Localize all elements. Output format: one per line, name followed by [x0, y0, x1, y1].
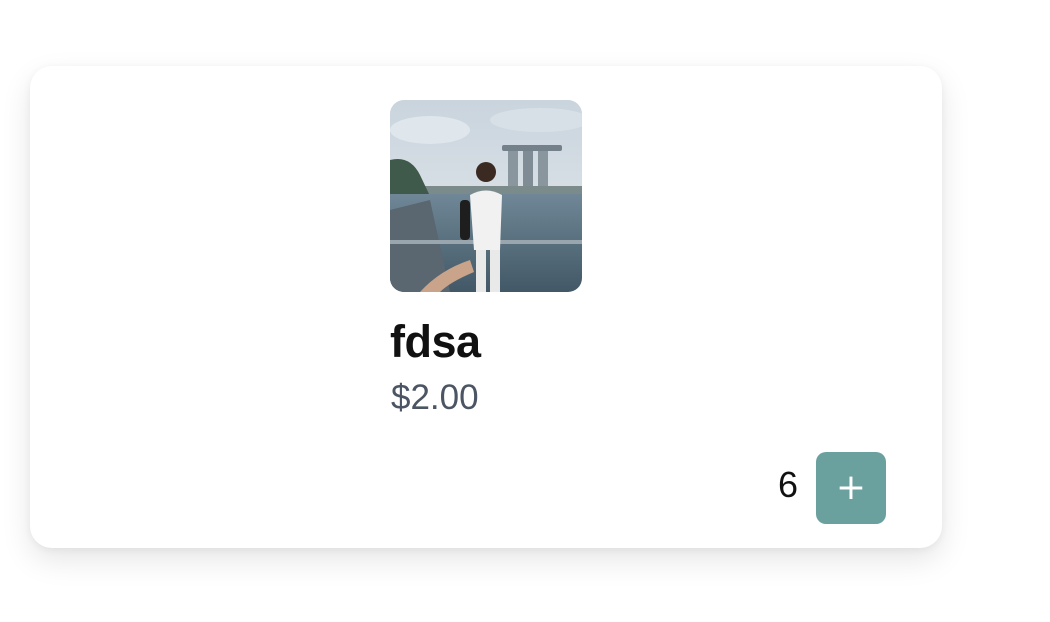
product-image	[390, 100, 582, 292]
product-card: fdsa $2.00 6 +	[30, 66, 942, 548]
product-price: $2.00	[391, 378, 479, 417]
product-name: fdsa	[390, 316, 481, 367]
add-to-cart-button[interactable]: +	[816, 452, 886, 524]
product-photo-icon	[390, 100, 582, 292]
quantity-count: 6	[778, 464, 799, 505]
